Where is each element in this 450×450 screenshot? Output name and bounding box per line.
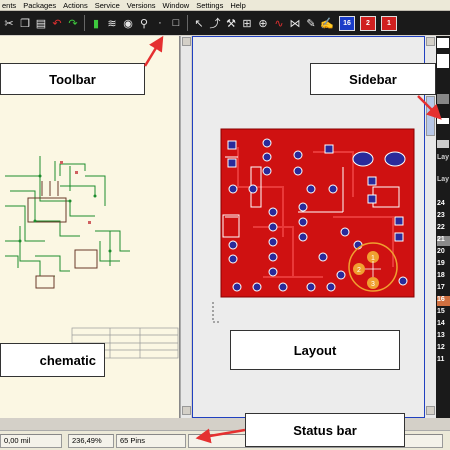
zoom-icon[interactable]: ⚲	[137, 14, 151, 32]
rect-icon[interactable]: □	[169, 14, 183, 32]
copy-icon[interactable]: ❐	[18, 14, 32, 32]
sidebar-slider[interactable]	[437, 118, 449, 124]
menu-actions[interactable]: Actions	[63, 1, 88, 10]
menu-components[interactable]: ents	[2, 1, 16, 10]
redo-icon[interactable]: ↷	[66, 14, 80, 32]
route-icon[interactable]: ⤴	[208, 14, 222, 32]
sidebar-divider	[437, 140, 449, 148]
layer-item-20[interactable]: 20	[437, 248, 450, 258]
layer-item-13[interactable]: 13	[437, 332, 450, 342]
sidebar-button[interactable]	[437, 94, 449, 104]
layer-item-16[interactable]: 16	[437, 296, 450, 306]
autoroute-icon[interactable]: ⋈	[288, 14, 302, 32]
layers-icon[interactable]: ≋	[105, 14, 119, 32]
sidebar: Lay Lay 24 23 22 21 20 19 18 17 16 15 14…	[436, 36, 450, 418]
schematic-scrollbar[interactable]	[180, 36, 191, 418]
callout-layout: Layout	[230, 330, 400, 370]
status-coordinates: 0,00 mil	[0, 433, 62, 448]
pin-label-2: 2	[357, 267, 361, 274]
callout-schematic: chematic	[0, 343, 105, 377]
menu-service[interactable]: Service	[95, 1, 120, 10]
tool-icon[interactable]: ⚒	[224, 14, 238, 32]
layer-item-15[interactable]: 15	[437, 308, 450, 318]
layer-item-24[interactable]: 24	[437, 200, 450, 210]
pin-label-1: 1	[371, 255, 375, 262]
scroll-up-button[interactable]	[426, 37, 435, 46]
layer-item-11[interactable]: 11	[437, 356, 450, 366]
layer-item-17[interactable]: 17	[437, 284, 450, 294]
trace-icon[interactable]: ∿	[272, 14, 286, 32]
layer-item-23[interactable]: 23	[437, 212, 450, 222]
dot-icon[interactable]: ·	[153, 14, 167, 32]
layer-button-2[interactable]: 2	[360, 15, 376, 31]
sidebar-layer-label: Lay	[437, 154, 450, 161]
callout-statusbar: Status bar	[245, 413, 405, 447]
menu-packages[interactable]: Packages	[23, 1, 56, 10]
scroll-up-button[interactable]	[182, 37, 191, 46]
menu-help[interactable]: Help	[230, 1, 245, 10]
layer-button-16[interactable]: 16	[339, 15, 355, 31]
menu-window[interactable]: Window	[163, 1, 190, 10]
callout-toolbar: Toolbar	[0, 63, 145, 95]
toolbar-divider	[84, 15, 85, 31]
layer-item-21[interactable]: 21	[437, 236, 450, 246]
layer-item-14[interactable]: 14	[437, 320, 450, 330]
scroll-thumb[interactable]	[426, 96, 435, 136]
pad-icon[interactable]: ⊕	[256, 14, 270, 32]
layer-item-12[interactable]: 12	[437, 344, 450, 354]
scissors-icon[interactable]: ✂	[2, 14, 16, 32]
new-icon[interactable]: ▮	[89, 14, 103, 32]
eye-icon[interactable]: ◉	[121, 14, 135, 32]
sidebar-layer-label: Lay	[437, 176, 450, 183]
undo-icon[interactable]: ↶	[50, 14, 64, 32]
draw-icon[interactable]: ✎	[304, 14, 318, 32]
layer-button-1[interactable]: 1	[381, 15, 397, 31]
scroll-down-button[interactable]	[182, 406, 191, 415]
callout-sidebar: Sidebar	[310, 63, 436, 95]
sidebar-input[interactable]	[437, 38, 449, 48]
layer-item-18[interactable]: 18	[437, 272, 450, 282]
menu-bar: ents Packages Actions Service Versions W…	[0, 0, 450, 11]
layer-item-22[interactable]: 22	[437, 224, 450, 234]
scroll-down-button[interactable]	[426, 406, 435, 415]
sidebar-field[interactable]	[437, 54, 449, 68]
menu-settings[interactable]: Settings	[196, 1, 223, 10]
layer-item-19[interactable]: 19	[437, 260, 450, 270]
toolbar: ✂ ❐ ▤ ↶ ↷ ▮ ≋ ◉ ⚲ · □ ↖ ⤴ ⚒ ⊞ ⊕ ∿ ⋈ ✎ ✍ …	[0, 11, 450, 35]
brush-icon[interactable]: ✍	[320, 14, 334, 32]
pin-label-3: 3	[371, 281, 375, 288]
toolbar-divider	[187, 15, 188, 31]
status-zoom: 236,49%	[68, 433, 114, 448]
menu-versions[interactable]: Versions	[127, 1, 156, 10]
status-pin-count: 65 Pins	[116, 433, 186, 448]
select-icon[interactable]: ↖	[192, 14, 206, 32]
paste-icon[interactable]: ▤	[34, 14, 48, 32]
component-icon[interactable]: ⊞	[240, 14, 254, 32]
